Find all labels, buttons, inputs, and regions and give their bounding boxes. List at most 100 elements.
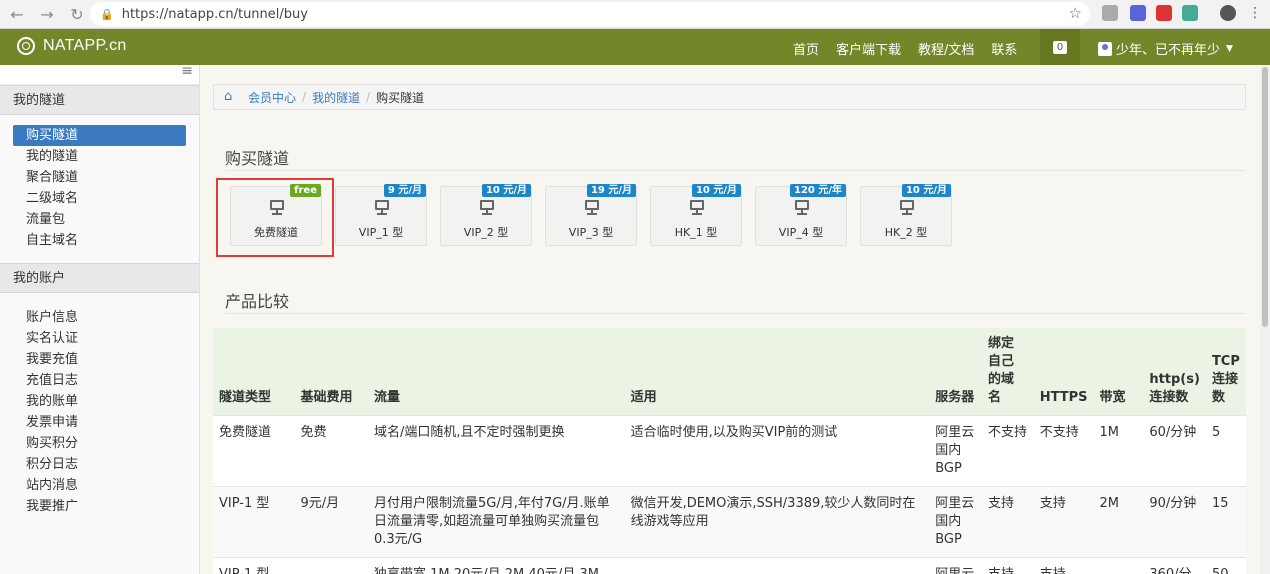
buy-section-title: 购买隧道	[225, 149, 290, 168]
sidebar-item-my-tunnel[interactable]: 我的隧道	[13, 146, 186, 167]
sidebar-list: 账户信息 实名认证 我要充值 充值日志 我的账单 发票申请 购买积分 积分日志 …	[0, 293, 199, 529]
price-badge: 10 元/月	[481, 184, 531, 197]
breadcrumb: ⌂ 会员中心 / 我的隧道 / 购买隧道	[213, 84, 1246, 110]
monitor-icon	[794, 200, 810, 216]
app-header: NATAPP.cn 首页 客户端下载 教程/文档 联系 0 少年、已不再年少 ▼	[0, 29, 1270, 65]
scrollbar-thumb[interactable]	[1262, 67, 1268, 327]
message-button[interactable]: 0	[1040, 29, 1080, 65]
sidebar-toggle[interactable]	[0, 63, 199, 85]
col-header: TCP 连接数	[1211, 353, 1240, 405]
extension-icon[interactable]	[1130, 5, 1146, 21]
nav-home[interactable]: 首页	[793, 39, 819, 58]
sidebar-item-invoice[interactable]: 发票申请	[13, 412, 186, 433]
tile-hk1[interactable]: 10 元/月 HK_1 型	[650, 184, 742, 246]
tile-vip1[interactable]: 9 元/月 VIP_1 型	[335, 184, 427, 246]
monitor-icon	[479, 200, 495, 216]
extension-icon[interactable]	[1182, 5, 1198, 21]
table-row: VIP-1 型 9元/月 月付用户限制流量5G/月,年付7G/月.账单日流量清零…	[213, 485, 1246, 557]
sidebar-item-buy-points[interactable]: 购买积分	[13, 433, 186, 454]
nav-contact[interactable]: 联系	[991, 39, 1017, 58]
tile-label: HK_1 型	[674, 226, 718, 239]
sidebar-section-title: 我的隧道	[0, 85, 199, 115]
col-header: 适用	[630, 389, 657, 405]
col-header: 流量	[373, 389, 400, 405]
table-row: 免费隧道 免费 域名/端口随机,且不定时强制更换 适合临时使用,以及购买VIP前…	[213, 414, 1246, 486]
sidebar-item-buy-tunnel[interactable]: 购买隧道	[13, 125, 186, 146]
tile-label: HK_2 型	[884, 226, 928, 239]
tile-label: VIP_2 型	[463, 226, 509, 239]
tile-label: VIP_1 型	[358, 226, 404, 239]
price-badge: free	[290, 184, 321, 197]
sidebar-item-account[interactable]: 账户信息	[13, 307, 186, 328]
sidebar-item-traffic[interactable]: 流量包	[13, 209, 186, 230]
sidebar-item-recharge-log[interactable]: 充值日志	[13, 370, 186, 391]
sidebar-item-points-log[interactable]: 积分日志	[13, 454, 186, 475]
extension-icon[interactable]	[1102, 5, 1118, 21]
col-header: 带宽	[1099, 389, 1126, 405]
logo[interactable]: NATAPP.cn	[17, 37, 127, 55]
user-icon	[1098, 41, 1112, 56]
compare-section-title: 产品比较	[225, 292, 290, 311]
forward-icon[interactable]: →	[34, 1, 60, 27]
main-content: ⌂ 会员中心 / 我的隧道 / 购买隧道 购买隧道 free 免费隧道 9 元/…	[200, 65, 1270, 574]
table-header-row: 隧道类型 基础费用 流量 适用 服务器 绑定 自己 的域名 HTTPS 带宽 htt…	[213, 328, 1246, 415]
nav-download[interactable]: 客户端下载	[836, 39, 901, 58]
logo-text: NATAPP.cn	[43, 37, 127, 54]
price-badge: 9 元/月	[383, 184, 426, 197]
tile-hk2[interactable]: 10 元/月 HK_2 型	[860, 184, 952, 246]
sidebar: 我的隧道 购买隧道 我的隧道 聚合隧道 二级域名 流量包 自主域名 我的账户 账…	[0, 63, 200, 574]
browser-toolbar: ← → ↻ 🔒 https://natapp.cn/tunnel/buy ☆ ⋮	[0, 0, 1270, 29]
col-header: 隧道类型	[219, 389, 272, 405]
sidebar-item-recharge[interactable]: 我要充值	[13, 349, 186, 370]
col-header: 服务器	[935, 389, 975, 405]
comparison-table: 隧道类型 基础费用 流量 适用 服务器 绑定 自己 的域名 HTTPS 带宽 htt…	[213, 328, 1246, 574]
monitor-icon	[269, 200, 285, 216]
tile-label: 免费隧道	[254, 226, 298, 239]
sidebar-section-title: 我的账户	[0, 263, 199, 293]
breadcrumb-my-tunnel[interactable]: 我的隧道	[312, 89, 360, 106]
price-badge: 10 元/月	[691, 184, 741, 197]
monitor-icon	[899, 200, 915, 216]
caret-down-icon: ▼	[1226, 43, 1233, 54]
home-icon[interactable]: ⌂	[224, 90, 238, 103]
user-menu[interactable]: 少年、已不再年少 ▼	[1098, 39, 1233, 58]
tile-free[interactable]: free 免费隧道	[230, 184, 322, 246]
nav-docs[interactable]: 教程/文档	[918, 39, 974, 58]
monitor-icon	[584, 200, 600, 216]
url-text: https://natapp.cn/tunnel/buy	[121, 6, 308, 22]
address-bar[interactable]: 🔒 https://natapp.cn/tunnel/buy ☆	[90, 2, 1090, 26]
sidebar-item-own-domain[interactable]: 自主域名	[13, 230, 186, 251]
profile-icon[interactable]	[1220, 5, 1236, 21]
logo-icon	[17, 37, 35, 55]
monitor-icon	[374, 200, 390, 216]
price-badge: 10 元/月	[901, 184, 951, 197]
message-count: 0	[1052, 40, 1068, 54]
sidebar-item-verify[interactable]: 实名认证	[13, 328, 186, 349]
col-header: 绑定 自己 的域名	[988, 335, 1015, 405]
reload-icon[interactable]: ↻	[64, 1, 90, 27]
page-scrollbar[interactable]	[1260, 65, 1270, 574]
breadcrumb-current: 购买隧道	[376, 90, 425, 105]
tile-label: VIP_4 型	[778, 226, 824, 239]
bookmark-star-icon[interactable]: ☆	[1069, 4, 1082, 22]
sidebar-item-bills[interactable]: 我的账单	[13, 391, 186, 412]
col-header: http(s) 连接数	[1149, 371, 1200, 405]
tile-vip2[interactable]: 10 元/月 VIP_2 型	[440, 184, 532, 246]
user-name: 少年、已不再年少	[1116, 43, 1221, 58]
sidebar-item-subdomain[interactable]: 二级域名	[13, 188, 186, 209]
tile-vip3[interactable]: 19 元/月 VIP_3 型	[545, 184, 637, 246]
price-badge: 120 元/年	[789, 184, 846, 197]
table-row: VIP-1 型 独享带宽 1M 20元/月,2M 40元/月,3M 阿里云 支持…	[213, 556, 1246, 574]
sidebar-list: 购买隧道 我的隧道 聚合隧道 二级域名 流量包 自主域名	[0, 115, 199, 263]
menu-dots-icon[interactable]: ⋮	[1247, 5, 1263, 21]
extension-icon[interactable]	[1156, 5, 1172, 21]
top-nav: 首页 客户端下载 教程/文档 联系	[793, 39, 1034, 58]
back-icon[interactable]: ←	[4, 1, 30, 27]
sidebar-item-aggregate[interactable]: 聚合隧道	[13, 167, 186, 188]
col-header: 基础费用	[300, 389, 353, 405]
monitor-icon	[689, 200, 705, 216]
tile-vip4[interactable]: 120 元/年 VIP_4 型	[755, 184, 847, 246]
sidebar-item-promote[interactable]: 我要推广	[13, 496, 186, 517]
breadcrumb-member-center[interactable]: 会员中心	[248, 89, 296, 106]
sidebar-item-messages[interactable]: 站内消息	[13, 475, 186, 496]
